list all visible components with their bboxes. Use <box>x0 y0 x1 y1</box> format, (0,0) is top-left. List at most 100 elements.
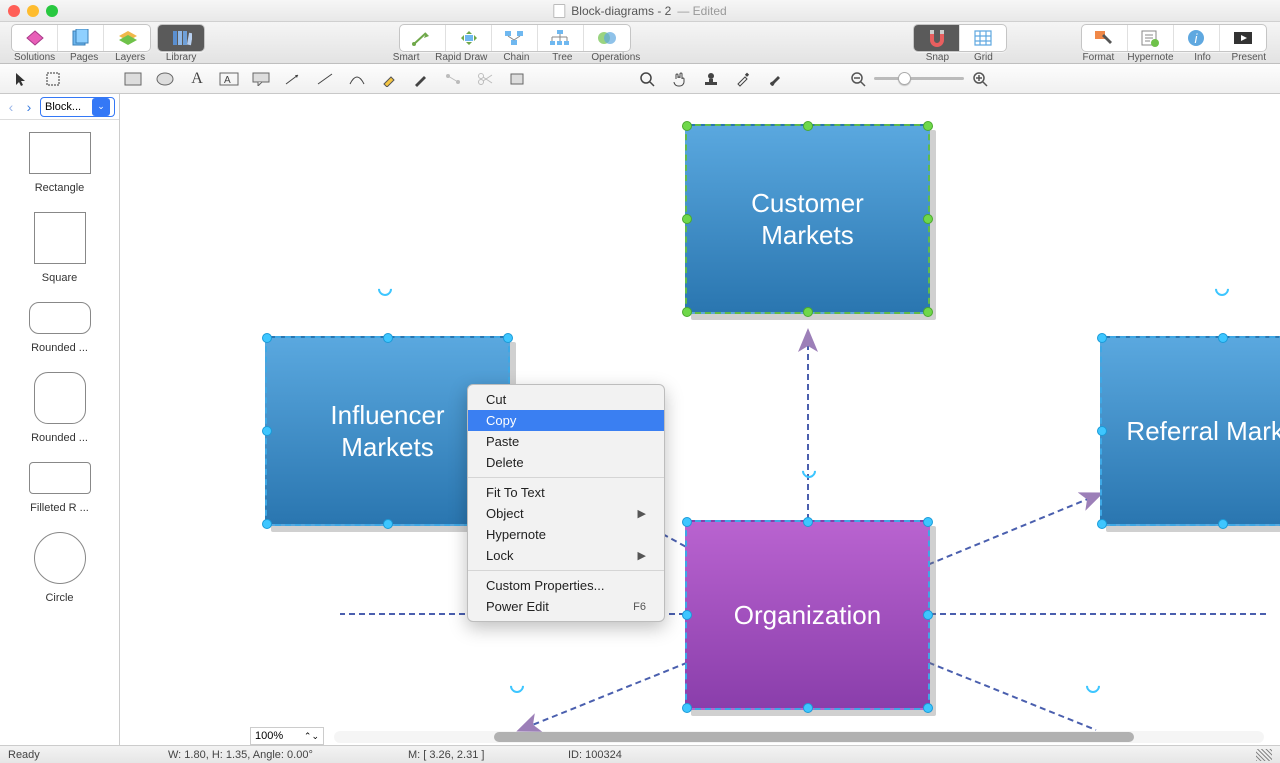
canvas[interactable]: CustomerMarketsInfluencerMarketsReferral… <box>120 94 1280 745</box>
library-selector[interactable]: Block... ⌄ <box>40 97 115 117</box>
minimize-icon[interactable] <box>27 5 39 17</box>
block-customer[interactable]: CustomerMarkets <box>685 124 930 314</box>
zoom-slider[interactable] <box>850 71 988 87</box>
zoom-in-icon[interactable] <box>972 71 988 87</box>
menu-item-fit-to-text[interactable]: Fit To Text <box>468 482 664 503</box>
ops-button[interactable] <box>584 25 630 51</box>
selection-handle[interactable] <box>803 121 813 131</box>
info-button[interactable]: i <box>1174 25 1220 51</box>
maximize-icon[interactable] <box>46 5 58 17</box>
stamp2-tool[interactable] <box>696 67 726 91</box>
pages-button[interactable] <box>58 25 104 51</box>
selection-handle[interactable] <box>682 214 692 224</box>
menu-item-lock[interactable]: Lock▶ <box>468 545 664 566</box>
block-org[interactable]: Organization <box>685 520 930 710</box>
selection-handle[interactable] <box>1218 333 1228 343</box>
textbox-tool[interactable]: A <box>214 67 244 91</box>
format-button[interactable] <box>1082 25 1128 51</box>
menu-item-custom-properties-[interactable]: Custom Properties... <box>468 575 664 596</box>
pointer-tool[interactable] <box>6 67 36 91</box>
shape-rounded2[interactable]: Rounded ... <box>0 372 119 444</box>
rotate-handle-icon[interactable] <box>375 279 395 299</box>
rect-tool[interactable] <box>118 67 148 91</box>
scissors-tool[interactable] <box>470 67 500 91</box>
library-button[interactable] <box>158 25 204 51</box>
text-tool[interactable]: A <box>182 67 212 91</box>
block-referral[interactable]: Referral Markets <box>1100 336 1280 526</box>
selection-handle[interactable] <box>923 703 933 713</box>
zoom-select[interactable]: 100%⌃⌄ <box>250 727 324 745</box>
selection-handle[interactable] <box>803 307 813 317</box>
smart-button[interactable] <box>400 25 446 51</box>
arrow-tool[interactable] <box>278 67 308 91</box>
menu-item-object[interactable]: Object▶ <box>468 503 664 524</box>
close-icon[interactable] <box>8 5 20 17</box>
marquee-tool[interactable] <box>38 67 68 91</box>
window-controls[interactable] <box>8 5 58 17</box>
solutions-button[interactable] <box>12 25 58 51</box>
line-tool[interactable] <box>310 67 340 91</box>
zoom-out-icon[interactable] <box>850 71 866 87</box>
horizontal-scrollbar[interactable] <box>334 731 1264 743</box>
resize-grip-icon[interactable] <box>1256 749 1272 761</box>
hypernote-button[interactable] <box>1128 25 1174 51</box>
selection-handle[interactable] <box>682 610 692 620</box>
menu-item-paste[interactable]: Paste <box>468 431 664 452</box>
selection-handle[interactable] <box>1097 519 1107 529</box>
selection-handle[interactable] <box>682 703 692 713</box>
hand-tool[interactable] <box>664 67 694 91</box>
layers-button[interactable] <box>104 25 150 51</box>
nav-back-icon[interactable]: ‹ <box>4 100 18 114</box>
grid-button[interactable] <box>960 25 1006 51</box>
shape-filleted[interactable]: Filleted R ... <box>0 462 119 514</box>
shape-square[interactable]: Square <box>0 212 119 284</box>
selection-handle[interactable] <box>262 333 272 343</box>
selection-handle[interactable] <box>682 517 692 527</box>
selection-handle[interactable] <box>1097 333 1107 343</box>
selection-handle[interactable] <box>503 333 513 343</box>
highlighter-tool[interactable] <box>374 67 404 91</box>
tree-button[interactable] <box>538 25 584 51</box>
selection-handle[interactable] <box>923 121 933 131</box>
pen-tool[interactable] <box>406 67 436 91</box>
nav-forward-icon[interactable]: › <box>22 100 36 114</box>
selection-handle[interactable] <box>262 519 272 529</box>
selection-handle[interactable] <box>923 307 933 317</box>
connector-tool[interactable] <box>438 67 468 91</box>
eyedropper-tool[interactable] <box>728 67 758 91</box>
present-button[interactable] <box>1220 25 1266 51</box>
selection-handle[interactable] <box>923 214 933 224</box>
zoom-tool[interactable] <box>632 67 662 91</box>
selection-handle[interactable] <box>682 121 692 131</box>
selection-handle[interactable] <box>262 426 272 436</box>
rotate-handle-icon[interactable] <box>1212 279 1232 299</box>
selection-handle[interactable] <box>682 307 692 317</box>
ellipse-tool[interactable] <box>150 67 180 91</box>
selection-handle[interactable] <box>923 517 933 527</box>
menu-item-hypernote[interactable]: Hypernote <box>468 524 664 545</box>
rotate-handle-icon[interactable] <box>1083 676 1103 696</box>
shape-rect[interactable]: Rectangle <box>0 132 119 194</box>
shape-circle[interactable]: Circle <box>0 532 119 604</box>
shape-rounded1[interactable]: Rounded ... <box>0 302 119 354</box>
brush-tool[interactable] <box>760 67 790 91</box>
rapid-button[interactable] <box>446 25 492 51</box>
chain-button[interactable] <box>492 25 538 51</box>
rotate-handle-icon[interactable] <box>507 676 527 696</box>
callout-tool[interactable] <box>246 67 276 91</box>
stamp-tool[interactable] <box>502 67 532 91</box>
rotate-handle-icon[interactable] <box>799 461 819 481</box>
selection-handle[interactable] <box>803 517 813 527</box>
curve-tool[interactable] <box>342 67 372 91</box>
selection-handle[interactable] <box>383 519 393 529</box>
selection-handle[interactable] <box>923 610 933 620</box>
menu-item-power-edit[interactable]: Power EditF6 <box>468 596 664 617</box>
menu-item-cut[interactable]: Cut <box>468 389 664 410</box>
selection-handle[interactable] <box>383 333 393 343</box>
selection-handle[interactable] <box>1097 426 1107 436</box>
menu-item-copy[interactable]: Copy <box>468 410 664 431</box>
selection-handle[interactable] <box>803 703 813 713</box>
selection-handle[interactable] <box>1218 519 1228 529</box>
menu-item-delete[interactable]: Delete <box>468 452 664 473</box>
snap-button[interactable] <box>914 25 960 51</box>
